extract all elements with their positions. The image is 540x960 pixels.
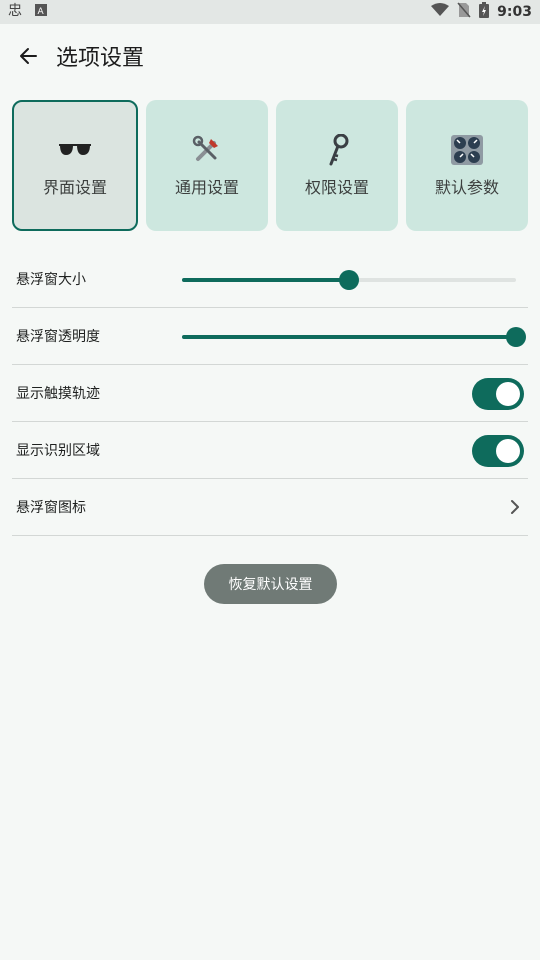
tab-permission-settings[interactable]: 权限设置: [276, 100, 398, 231]
svg-text:A: A: [38, 7, 45, 17]
slider-thumb[interactable]: [506, 327, 526, 347]
touch-trail-toggle[interactable]: [472, 378, 524, 410]
toggle-knob: [496, 439, 520, 463]
status-bar: 忠 A 9:03: [0, 0, 540, 24]
chevron-right-icon: [511, 500, 519, 514]
toggle-knob: [496, 382, 520, 406]
settings-list: 悬浮窗大小 悬浮窗透明度 显示触摸轨迹 显示识别区域 悬浮窗图标: [12, 251, 528, 536]
setting-label: 显示识别区域: [16, 443, 100, 459]
tools-icon: [189, 134, 225, 166]
page-title: 选项设置: [56, 46, 145, 71]
setting-label: 悬浮窗大小: [16, 272, 86, 288]
slider-thumb[interactable]: [339, 270, 359, 290]
setting-label: 悬浮窗图标: [16, 500, 86, 516]
window-size-slider[interactable]: [182, 268, 516, 292]
setting-label: 显示触摸轨迹: [16, 386, 100, 402]
status-bar-right: 9:03: [431, 2, 532, 22]
setting-label: 悬浮窗透明度: [16, 329, 100, 345]
text-a-icon: A: [34, 3, 48, 21]
window-opacity-slider[interactable]: [182, 325, 526, 349]
tab-default-parameters[interactable]: 默认参数: [406, 100, 528, 231]
tab-label: 界面设置: [42, 177, 107, 197]
clock: 9:03: [497, 4, 532, 20]
toolbar: 选项设置: [0, 24, 540, 88]
sunglasses-icon: [57, 134, 93, 166]
app-notification-icon: 忠: [8, 2, 24, 22]
setting-row-touch-trail[interactable]: 显示触摸轨迹: [12, 365, 528, 422]
slider-fill: [182, 335, 516, 339]
tab-label: 默认参数: [434, 177, 499, 197]
wifi-icon: [431, 3, 450, 21]
back-button[interactable]: [0, 24, 56, 88]
tab-label: 权限设置: [304, 177, 369, 197]
settings-category-tabs: 界面设置 通用设置 权限设置 默认参数: [12, 100, 528, 231]
tab-label: 通用设置: [174, 177, 239, 197]
setting-row-window-icon[interactable]: 悬浮窗图标: [12, 479, 528, 536]
battery-charging-icon: [479, 2, 490, 22]
status-bar-left: 忠 A: [8, 2, 48, 22]
setting-row-window-size: 悬浮窗大小: [12, 251, 528, 308]
reset-defaults-button[interactable]: 恢复默认设置: [204, 564, 337, 604]
arrow-back-icon: [20, 48, 37, 64]
key-icon: [319, 133, 355, 166]
tab-general-settings[interactable]: 通用设置: [146, 100, 268, 231]
svg-text:忠: 忠: [8, 3, 22, 18]
tab-interface-settings[interactable]: 界面设置: [12, 100, 138, 231]
setting-row-window-opacity: 悬浮窗透明度: [12, 308, 528, 365]
setting-row-recognition-area[interactable]: 显示识别区域: [12, 422, 528, 479]
no-sim-icon: [457, 2, 471, 22]
slider-fill: [182, 278, 349, 282]
recognition-area-toggle[interactable]: [472, 435, 524, 467]
control-knobs-icon: [449, 134, 485, 166]
